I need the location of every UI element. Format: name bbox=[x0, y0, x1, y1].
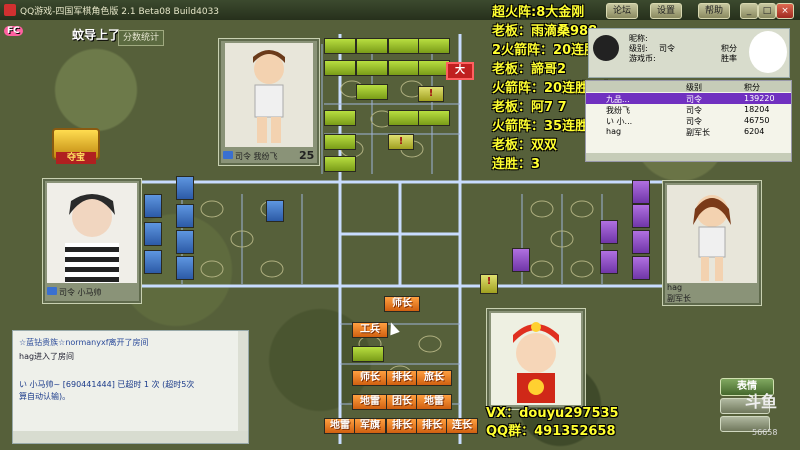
bottom-piece[interactable]: 师长 bbox=[384, 296, 420, 312]
top-piece[interactable] bbox=[324, 38, 356, 54]
help-button[interactable]: 帮助 bbox=[698, 3, 731, 19]
flag-marker[interactable]: ! bbox=[480, 274, 498, 294]
bottom-piece[interactable]: 团长 bbox=[386, 394, 418, 410]
bottom-piece[interactable]: 排长 bbox=[416, 418, 448, 434]
bottom-piece[interactable]: 排长 bbox=[386, 418, 418, 434]
top-piece[interactable] bbox=[388, 110, 420, 126]
minimize-button[interactable]: _ bbox=[740, 3, 758, 19]
chat-panel: ☆蓝钻贵族☆normanyxf离开了房间 hag进入了房间 い 小马帅~ [69… bbox=[12, 330, 249, 444]
bottom-piece[interactable]: 工兵 bbox=[352, 322, 388, 338]
top-piece[interactable] bbox=[324, 110, 356, 126]
bottom-piece[interactable]: 连长 bbox=[446, 418, 478, 434]
bottom-piece[interactable]: 军旗 bbox=[354, 418, 386, 434]
right-piece[interactable] bbox=[512, 248, 530, 272]
left-piece[interactable] bbox=[176, 176, 194, 200]
close-button[interactable]: × bbox=[776, 3, 794, 19]
bottom-piece[interactable]: 地雷 bbox=[352, 394, 388, 410]
left-piece[interactable] bbox=[176, 230, 194, 254]
right-player-name: hag bbox=[667, 283, 683, 292]
right-player-rank: 副军长 bbox=[667, 294, 691, 303]
bottom-piece[interactable]: 地雷 bbox=[416, 394, 452, 410]
left-piece[interactable] bbox=[144, 194, 162, 218]
left-piece[interactable] bbox=[144, 222, 162, 246]
chat-input-bar[interactable] bbox=[13, 431, 248, 443]
window-title: QQ游戏-四国军棋角色版 2.1 Beta08 Build4033 bbox=[20, 7, 220, 17]
top-piece[interactable] bbox=[388, 38, 420, 54]
settings-button[interactable]: 设置 bbox=[650, 3, 683, 19]
right-piece[interactable] bbox=[600, 250, 618, 274]
cartoon-avatar bbox=[749, 31, 787, 73]
left-player-avatar bbox=[47, 183, 137, 283]
bottom-piece[interactable]: 地雷 bbox=[324, 418, 356, 434]
left-player-card: 司令 小马帅 bbox=[42, 178, 142, 304]
left-piece[interactable] bbox=[144, 250, 162, 274]
chat-scrollbar[interactable] bbox=[238, 331, 248, 431]
brand-watermark: 斗鱼 bbox=[745, 392, 778, 411]
top-piece[interactable] bbox=[356, 38, 388, 54]
left-piece[interactable] bbox=[266, 200, 284, 222]
bottom-piece[interactable]: 旅长 bbox=[416, 370, 452, 386]
stream-badge: FC bbox=[4, 26, 23, 36]
left-piece[interactable] bbox=[176, 256, 194, 280]
right-player-avatar bbox=[667, 185, 757, 283]
contact-qq: QQ群：491352658 bbox=[486, 424, 616, 439]
flag-marker[interactable]: ! bbox=[388, 134, 414, 150]
left-piece[interactable] bbox=[176, 204, 194, 228]
winrate-label: 胜率 bbox=[721, 54, 737, 63]
app-icon bbox=[4, 4, 16, 16]
header-rank: 级别 bbox=[686, 83, 702, 92]
forum-button[interactable]: 论坛 bbox=[606, 3, 639, 19]
treasure-chest[interactable]: 夺宝 bbox=[48, 128, 104, 168]
bottom-piece[interactable]: 排长 bbox=[386, 370, 418, 386]
room-id: 56658 bbox=[752, 428, 778, 437]
promo-line: 超火阵:8大金刚 bbox=[492, 5, 585, 20]
contact-vx: VX：douyu297535 bbox=[486, 406, 619, 421]
title-bar: QQ游戏-四国军棋角色版 2.1 Beta08 Build4033 论坛 设置 … bbox=[0, 0, 800, 20]
top-piece[interactable] bbox=[356, 60, 388, 76]
bottom-piece-blank[interactable] bbox=[352, 346, 384, 362]
bottom-piece[interactable]: 师长 bbox=[352, 370, 388, 386]
top-piece[interactable] bbox=[388, 60, 420, 76]
chat-line: hag进入了房间 bbox=[19, 352, 75, 361]
top-piece[interactable] bbox=[324, 156, 356, 172]
header-score: 积分 bbox=[744, 83, 760, 92]
top-piece[interactable] bbox=[324, 60, 356, 76]
top-selected-marker[interactable]: 大 bbox=[446, 62, 474, 80]
top-piece[interactable] bbox=[418, 38, 450, 54]
left-player-label: 司令 小马帅 bbox=[47, 287, 102, 298]
right-piece[interactable] bbox=[600, 220, 618, 244]
left-player-name: 小马帅 bbox=[77, 288, 102, 297]
right-piece[interactable] bbox=[632, 204, 650, 228]
top-piece[interactable] bbox=[324, 134, 356, 150]
rank-icon bbox=[47, 287, 57, 295]
top-piece[interactable] bbox=[356, 84, 388, 100]
headline-text: 蚊导上了 bbox=[72, 28, 121, 42]
top-piece[interactable] bbox=[418, 110, 450, 126]
right-piece[interactable] bbox=[632, 256, 650, 280]
right-piece[interactable] bbox=[632, 180, 650, 204]
treasure-label: 夺宝 bbox=[56, 152, 96, 164]
maximize-button[interactable]: □ bbox=[758, 3, 776, 19]
chat-line: い 小马帅~ [690441444] 已超时 1 次 (超时5次 bbox=[19, 380, 195, 389]
right-piece[interactable] bbox=[632, 230, 650, 254]
chat-line: 算自动认输)。 bbox=[19, 392, 71, 401]
flag-marker[interactable]: ! bbox=[418, 86, 444, 102]
right-player-card: hag 副军长 bbox=[662, 180, 762, 306]
chat-line: ☆蓝钻贵族☆normanyxf离开了房间 bbox=[19, 338, 149, 347]
